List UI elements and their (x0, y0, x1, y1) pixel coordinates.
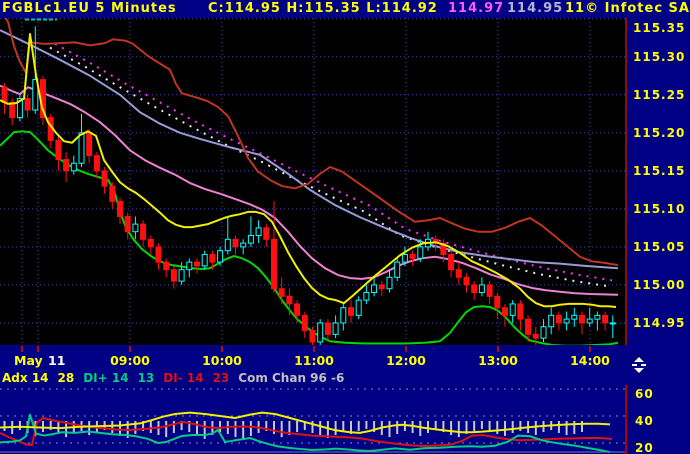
cci-bar (450, 420, 453, 436)
price-axis-label: 115.10 (633, 201, 686, 216)
price-chart[interactable] (0, 18, 625, 345)
adx-value: 28 (57, 371, 75, 385)
price-axis-label: 115.25 (633, 87, 686, 102)
cci-bar (496, 420, 499, 434)
cci-bar (280, 420, 283, 438)
cci-bar (457, 420, 460, 438)
cci-bar (88, 420, 91, 436)
cci-bar (519, 420, 522, 431)
price-axis-label: 115.35 (633, 21, 686, 35)
time-axis: May 11 09:00 10:00 11:00 12:00 13:00 14:00 (0, 345, 690, 371)
indicator-axis-label: 20 (635, 441, 654, 454)
cci-bar (511, 420, 514, 434)
cci-bar (296, 420, 299, 433)
hour-label: 12:00 (386, 353, 426, 368)
last-quote: 114.95 (507, 1, 564, 16)
cci-bar (319, 420, 322, 436)
indicator-axis-label: 60 (635, 387, 654, 401)
cci-bar (365, 420, 368, 429)
price-axis-label: 115.20 (633, 125, 686, 140)
scroll-resize-icon[interactable] (629, 356, 649, 376)
vendor-label: 11© Infotec SA (565, 1, 690, 16)
di-plus-value: 13 (137, 371, 155, 385)
price-axis-label: 115.05 (633, 239, 686, 254)
price-axis: 115.35 115.30 115.25 115.20 115.15 115.10 115.… (625, 18, 690, 345)
cci-label: Com Chan 96 -6 (238, 371, 345, 385)
cci-bar (219, 420, 222, 433)
ohlc-readout: C:114.95 H:115.35 L:114.92 (208, 1, 438, 16)
indicator-axis: 60 40 20 (625, 385, 690, 454)
cci-bar (419, 420, 422, 436)
cci-bar (480, 420, 483, 429)
cci-bar (427, 420, 429, 434)
title-bar: FGBLc1.EU 5 Minutes C:114.95 H:115.35 L:… (0, 0, 690, 18)
cci-bar (111, 420, 114, 434)
cci-bar (249, 420, 252, 436)
cci-bar (573, 420, 576, 434)
bid-quote: 114.97 (448, 1, 505, 16)
day-label: 11 (48, 353, 66, 368)
time-tick (129, 346, 131, 352)
time-tick (497, 346, 499, 352)
cci-bar (557, 420, 560, 434)
cci-bar (172, 420, 175, 434)
trading-terminal-window: FGBLc1.EU 5 Minutes C:114.95 H:115.35 L:… (0, 0, 690, 454)
cci-bar (334, 420, 337, 436)
hour-label: 09:00 (110, 353, 150, 368)
instrument-label: FGBLc1.EU 5 Minutes (2, 1, 177, 16)
indicator-chart[interactable] (0, 385, 625, 454)
candle (394, 258, 401, 282)
di-minus-label: DI- 14 (163, 371, 204, 385)
cci-bar (411, 420, 414, 434)
price-axis-label: 114.95 (633, 315, 686, 330)
cci-bar (388, 420, 391, 438)
time-tick (221, 346, 223, 352)
indicator-axis-label: 40 (635, 414, 654, 428)
hour-label: 11:00 (294, 353, 334, 368)
candle (317, 319, 324, 345)
price-axis-label: 115.15 (633, 163, 686, 178)
indicator-legend: Adx 14 28 DI+ 14 13 DI- 14 23 Com Chan 9… (2, 371, 344, 385)
hour-label: 13:00 (478, 353, 518, 368)
time-tick (589, 346, 591, 352)
time-tick (313, 346, 315, 352)
cci-bar (18, 420, 21, 431)
cci-bar (149, 420, 152, 434)
cci-bar (311, 420, 314, 434)
chart-background (0, 18, 625, 345)
cci-bar (42, 420, 44, 433)
cci-bar (273, 420, 275, 434)
cci-bar (396, 420, 399, 434)
time-tick (21, 346, 23, 352)
hour-label: 14:00 (570, 353, 610, 368)
adx-label: Adx 14 (2, 371, 49, 385)
cci-bar (504, 420, 506, 436)
cci-bar (473, 420, 476, 431)
di-minus-value: 23 (212, 371, 230, 385)
hour-label: 10:00 (202, 353, 242, 368)
time-tick (37, 346, 39, 352)
time-tick (405, 346, 407, 352)
price-axis-label: 115.30 (633, 49, 686, 64)
cci-bar (165, 420, 168, 438)
date-label: May (14, 353, 43, 368)
cci-bar (565, 420, 568, 436)
cci-bar (196, 420, 198, 436)
cci-bar (534, 420, 537, 436)
di-minus-14-line (0, 413, 611, 454)
cci-bar (234, 420, 237, 438)
cci-bar (3, 420, 6, 431)
di-plus-label: DI+ 14 (83, 371, 129, 385)
cci-bar (203, 420, 206, 439)
cci-bar (581, 420, 583, 433)
cci-bar (357, 420, 360, 431)
price-axis-label: 115.00 (633, 277, 686, 292)
cci-bar (242, 420, 245, 441)
candle (355, 296, 362, 320)
